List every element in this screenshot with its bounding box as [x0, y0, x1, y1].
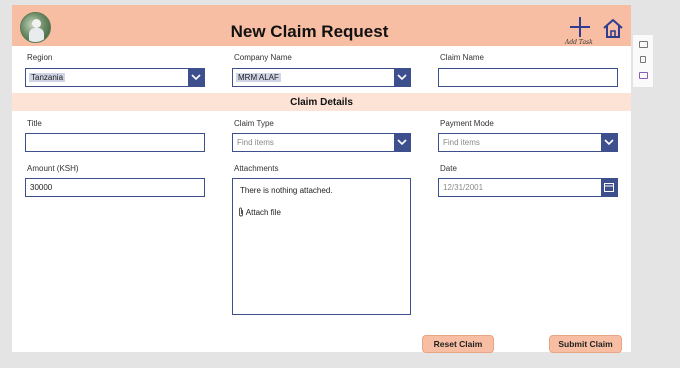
- region-label: Region: [27, 53, 53, 62]
- company-label: Company Name: [234, 53, 292, 62]
- chevron-down-icon[interactable]: [188, 69, 204, 86]
- attachments-box: There is nothing attached. Attach file: [232, 178, 411, 315]
- claim-name-label: Claim Name: [440, 53, 485, 62]
- chevron-down-icon[interactable]: [601, 134, 617, 151]
- section-title: Claim Details: [290, 97, 353, 108]
- payment-mode-placeholder: Find items: [443, 138, 480, 147]
- amount-input[interactable]: 30000: [25, 178, 205, 197]
- reset-claim-button[interactable]: Reset Claim: [422, 335, 494, 353]
- region-dropdown[interactable]: Tanzania: [25, 68, 205, 87]
- date-picker[interactable]: 12/31/2001: [438, 178, 618, 197]
- side-tool-panel: [632, 34, 654, 88]
- chevron-down-icon[interactable]: [394, 69, 410, 86]
- claim-type-label: Claim Type: [234, 119, 274, 128]
- chevron-down-icon[interactable]: [394, 134, 410, 151]
- home-icon[interactable]: [602, 17, 624, 39]
- claim-type-placeholder: Find items: [237, 138, 274, 147]
- title-input[interactable]: [25, 133, 205, 152]
- claim-name-input[interactable]: [438, 68, 618, 87]
- payment-mode-dropdown[interactable]: Find items: [438, 133, 618, 152]
- company-value: MRM ALAF: [236, 73, 281, 82]
- amount-value: 30000: [30, 183, 53, 192]
- attach-file-label: Attach file: [245, 208, 281, 217]
- title-label: Title: [27, 119, 42, 128]
- attachments-label: Attachments: [234, 164, 279, 173]
- claim-type-dropdown[interactable]: Find items: [232, 133, 411, 152]
- date-value: 12/31/2001: [443, 183, 484, 192]
- region-value: Tanzania: [29, 73, 66, 82]
- claim-screen: New Claim Request Add Task Region Tanzan…: [12, 5, 631, 353]
- submit-claim-button[interactable]: Submit Claim: [549, 335, 622, 353]
- date-label: Date: [440, 164, 457, 173]
- add-task-label: Add Task: [565, 39, 593, 46]
- plus-icon-vertical: [579, 17, 581, 37]
- payment-mode-label: Payment Mode: [440, 119, 494, 128]
- page-title: New Claim Request: [230, 22, 389, 41]
- database-icon[interactable]: [639, 72, 648, 79]
- amount-label: Amount (KSH): [27, 164, 79, 173]
- attachments-empty-text: There is nothing attached.: [240, 186, 333, 195]
- header-bar: New Claim Request Add Task: [12, 5, 631, 46]
- phone-icon[interactable]: [640, 56, 646, 63]
- add-task-button[interactable]: Add Task: [565, 13, 595, 47]
- calendar-icon[interactable]: [601, 179, 617, 196]
- paperclip-icon: [239, 207, 243, 217]
- attach-file-button[interactable]: Attach file: [238, 207, 281, 217]
- company-dropdown[interactable]: MRM ALAF: [232, 68, 411, 87]
- screen-icon[interactable]: [639, 41, 648, 48]
